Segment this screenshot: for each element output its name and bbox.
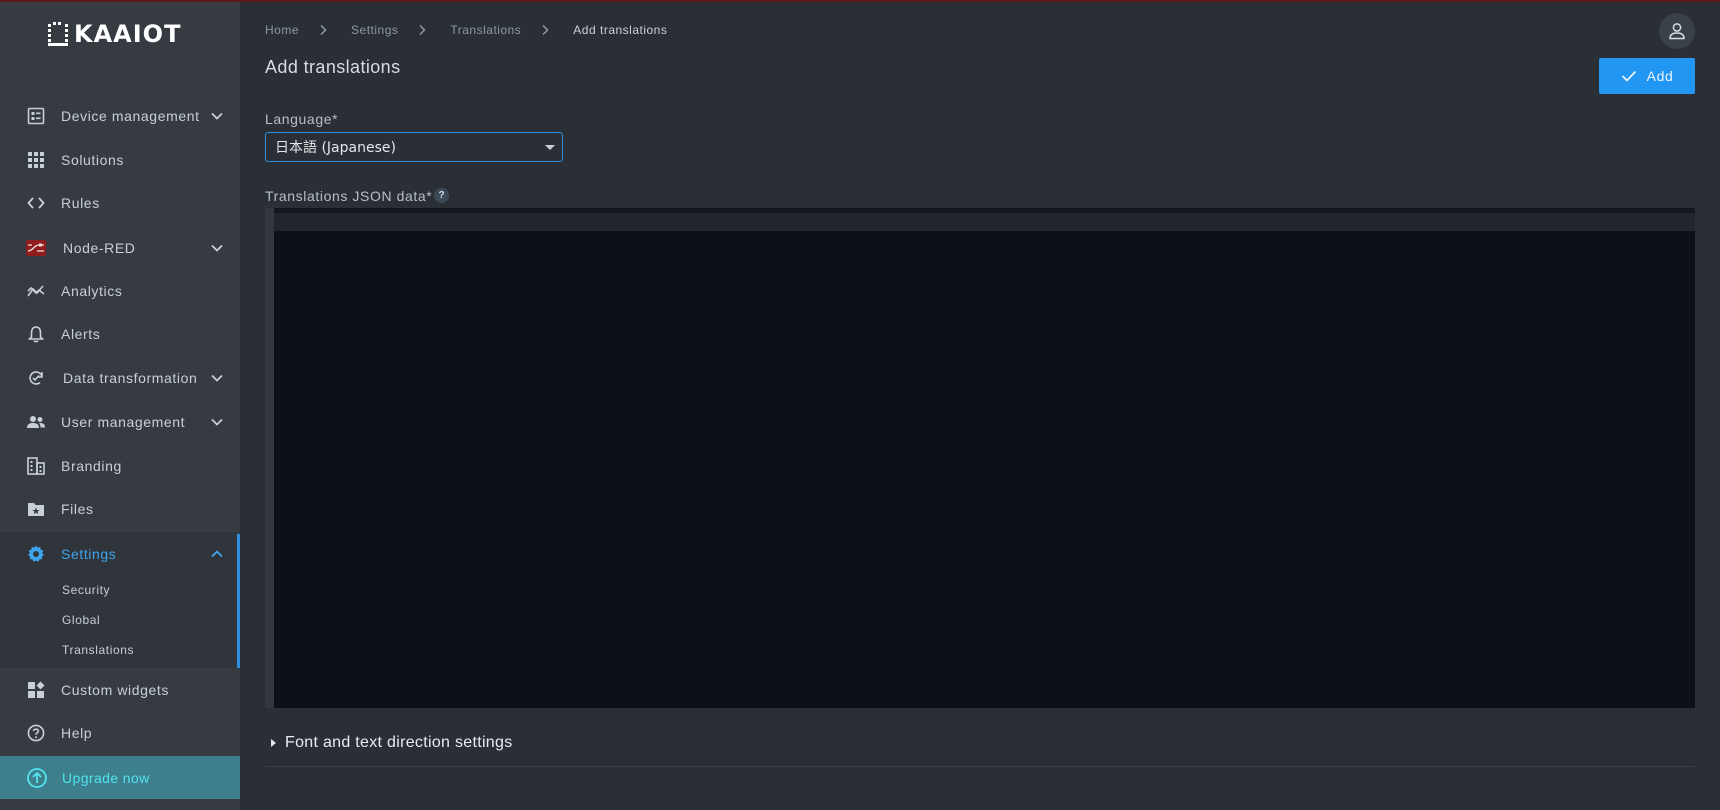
building-icon [26,456,46,476]
dropdown-caret-icon [545,145,555,150]
logo-text: KAAIOT [74,20,182,48]
users-icon [26,412,46,432]
editor-gutter [265,208,274,708]
sidebar-item-alerts[interactable]: Alerts [0,314,240,354]
json-code-editor[interactable] [265,208,1695,708]
sidebar-item-rules[interactable]: Rules [0,183,240,223]
sidebar-item-label: Help [61,725,93,741]
sidebar-item-label: Branding [61,458,122,474]
sidebar-item-files[interactable]: Files [0,489,240,529]
breadcrumb-current: Add translations [573,23,668,37]
sidebar-item-label: Files [61,501,94,517]
sidebar-item-label: Alerts [61,326,101,342]
breadcrumb-translations[interactable]: Translations [450,23,521,37]
sidebar-item-label: Analytics [61,283,123,299]
breadcrumb-settings[interactable]: Settings [351,23,398,37]
sidebar-item-label: Data transformation [63,370,198,386]
page-title: Add translations [265,57,401,77]
add-button[interactable]: Add [1599,58,1695,94]
breadcrumb-home[interactable]: Home [265,23,299,37]
chevron-down-icon [211,112,223,120]
data-transformation-icon [26,368,46,388]
chevron-right-icon [320,24,327,36]
chevron-right-icon [542,24,549,36]
gear-icon [26,544,46,564]
sidebar-item-label: Device management [61,108,200,124]
upgrade-label: Upgrade now [62,769,150,786]
sidebar-item-label: Solutions [61,152,124,168]
sidebar-item-device-management[interactable]: Device management [0,96,240,136]
sidebar-item-custom-widgets[interactable]: Custom widgets [0,670,240,710]
kaaiot-logo[interactable]: KAAIOT [48,18,181,50]
sidebar-item-label: Custom widgets [61,682,169,698]
sidebar-item-settings[interactable]: Settings [0,534,240,574]
sidebar-subitem-security[interactable]: Security [62,583,110,597]
chevron-down-icon [211,418,223,426]
sidebar-item-user-management[interactable]: User management [0,402,240,442]
sidebar-item-solutions[interactable]: Solutions [0,140,240,180]
language-select[interactable]: 日本語 (Japanese) [265,132,563,162]
sidebar-item-label: Settings [61,546,117,562]
user-icon [1669,23,1685,40]
sidebar-item-label: Node-RED [63,240,136,256]
sidebar-item-branding[interactable]: Branding [0,446,240,486]
sidebar-subitem-global[interactable]: Global [62,613,100,627]
sidebar-item-node-red[interactable]: Node-RED [0,228,240,268]
font-settings-label: Font and text direction settings [285,734,513,751]
code-icon [26,193,46,213]
bell-icon [26,324,46,344]
sidebar-item-label: User management [61,414,186,430]
sidebar-subitem-translations[interactable]: Translations [62,643,134,657]
translations-json-label: Translations JSON data* [265,188,433,204]
breadcrumb: Home Settings Translations Add translati… [265,23,667,37]
sidebar-item-analytics[interactable]: Analytics [0,271,240,311]
analytics-icon [26,281,46,301]
node-red-icon [26,238,46,258]
upgrade-now-button[interactable]: Upgrade now [0,756,240,799]
device-management-icon [26,106,46,126]
chevron-down-icon [211,374,223,382]
help-tooltip-icon[interactable]: ? [434,188,449,203]
language-label: Language* [265,111,339,127]
sidebar-item-label: Rules [61,195,100,211]
main-content: Home Settings Translations Add translati… [241,2,1720,810]
editor-active-line [274,213,1695,231]
folder-star-icon [26,499,46,519]
user-avatar-button[interactable] [1659,13,1695,49]
widgets-icon [26,680,46,700]
expand-triangle-icon [271,739,276,747]
grid-icon [26,150,46,170]
add-button-label: Add [1646,68,1674,84]
check-icon [1621,70,1636,82]
sidebar-item-help[interactable]: Help [0,713,240,753]
sidebar: KAAIOT Device management Solutions Rules… [0,2,241,810]
help-circle-icon [26,723,46,743]
font-settings-expander[interactable]: Font and text direction settings [265,730,1695,767]
chevron-down-icon [211,244,223,252]
language-select-value: 日本語 (Japanese) [275,140,396,156]
sidebar-item-data-transformation[interactable]: Data transformation [0,358,240,398]
chevron-up-icon [211,550,223,558]
chevron-right-icon [419,24,426,36]
kaaiot-logo-mark-icon [48,22,68,46]
arrow-up-circle-icon [27,767,47,788]
